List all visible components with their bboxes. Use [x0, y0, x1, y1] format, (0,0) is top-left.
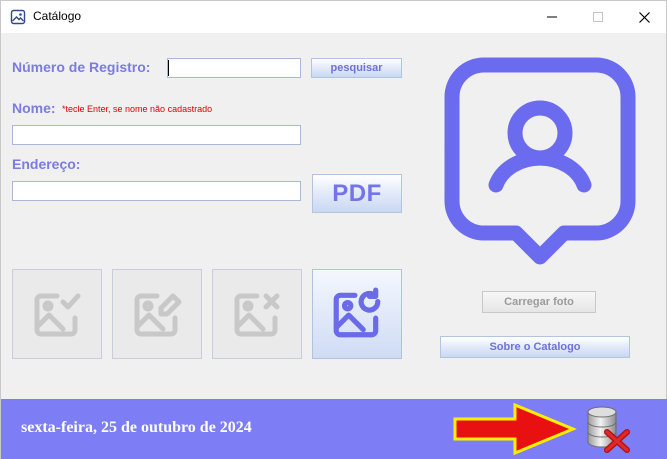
- close-button[interactable]: [621, 1, 667, 33]
- pdf-button[interactable]: PDF: [312, 174, 402, 213]
- endereco-label: Endereço:: [12, 156, 81, 172]
- user-location-pin-icon: [444, 57, 636, 265]
- image-delete-button[interactable]: [212, 269, 302, 359]
- image-icon: [10, 9, 26, 25]
- load-photo-button[interactable]: Carregar foto: [482, 291, 596, 313]
- maximize-button[interactable]: [575, 1, 621, 33]
- nome-input[interactable]: [12, 125, 301, 145]
- date-label: sexta-feira, 25 de outubro de 2024: [21, 419, 252, 436]
- image-check-icon: [34, 293, 81, 337]
- image-edit-icon: [134, 293, 182, 337]
- image-confirm-button[interactable]: [12, 269, 102, 359]
- close-icon: [638, 11, 650, 23]
- footer-bar: sexta-feira, 25 de outubro de 2024: [1, 399, 667, 459]
- minimize-button[interactable]: [529, 1, 575, 33]
- image-refresh-button[interactable]: [312, 269, 402, 359]
- text-caret: [168, 60, 169, 76]
- registro-label: Número de Registro:: [12, 59, 151, 75]
- image-edit-button[interactable]: [112, 269, 202, 359]
- search-button[interactable]: pesquisar: [311, 58, 402, 78]
- nome-hint: *tecle Enter, se nome não cadastrado: [62, 104, 213, 114]
- catalog-window: Catálogo Número de Registro: pesquisar N…: [0, 0, 667, 459]
- database-delete-icon[interactable]: [583, 404, 633, 454]
- image-refresh-icon: [333, 287, 381, 338]
- image-delete-icon: [234, 293, 280, 337]
- nome-label: Nome:: [12, 100, 56, 116]
- title-bar[interactable]: Catálogo: [1, 1, 666, 33]
- red-arrow-icon: [453, 403, 577, 455]
- minimize-icon: [547, 16, 557, 18]
- endereco-input[interactable]: [12, 181, 301, 201]
- about-button[interactable]: Sobre o Catalogo: [440, 336, 630, 358]
- registro-input[interactable]: [167, 58, 301, 78]
- maximize-icon: [593, 12, 603, 22]
- window-title: Catálogo: [33, 9, 82, 23]
